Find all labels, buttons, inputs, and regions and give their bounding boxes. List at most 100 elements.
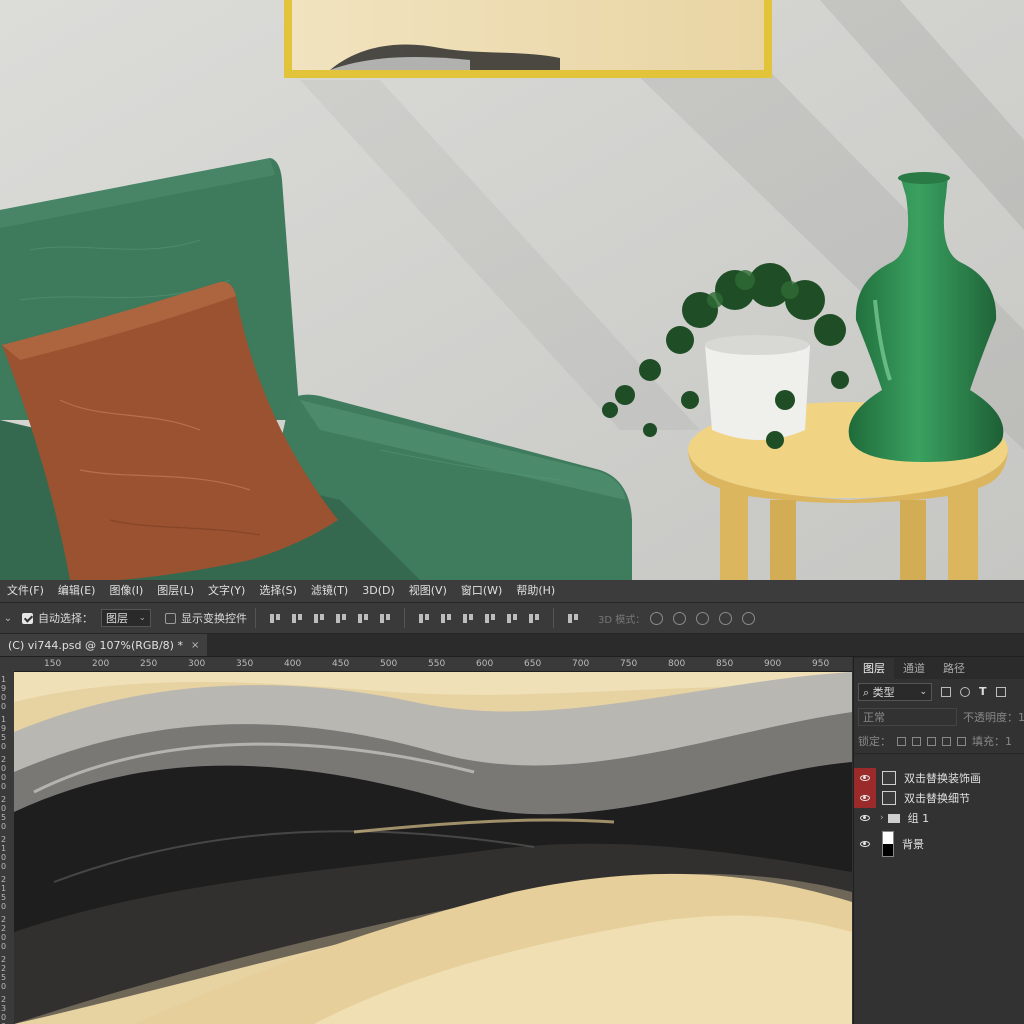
show-transform-checkbox[interactable] xyxy=(165,612,176,624)
align-hcenter-icon[interactable] xyxy=(357,612,369,624)
ruler-tick: 1950 xyxy=(1,715,7,751)
fill-label: 填充： xyxy=(972,735,1005,748)
chevron-down-icon: ⌄ xyxy=(138,613,146,623)
ruler-tick: 2100 xyxy=(1,835,7,871)
align-bottom-icon[interactable] xyxy=(313,612,325,624)
lock-all-icon[interactable] xyxy=(957,736,966,746)
tool-options-bar: ⌄ 自动选择： 图层 ⌄ 显示变换控件 3D 模式： xyxy=(0,603,1024,634)
filter-kind-value: ⌕ 类型 xyxy=(863,684,895,700)
eye-icon xyxy=(860,815,870,821)
auto-align-icon[interactable] xyxy=(567,612,579,624)
menu-file[interactable]: 文件(F) xyxy=(0,580,51,602)
divider xyxy=(553,608,554,628)
menu-3d[interactable]: 3D(D) xyxy=(355,580,402,602)
align-right-icon[interactable] xyxy=(379,612,391,624)
visibility-toggle[interactable] xyxy=(854,788,876,808)
menu-image[interactable]: 图像(I) xyxy=(102,580,150,602)
menu-filter[interactable]: 滤镜(T) xyxy=(304,580,355,602)
smart-object-thumbnail xyxy=(882,791,896,805)
chevron-right-icon[interactable]: › xyxy=(880,813,884,823)
lock-artboard-icon[interactable] xyxy=(942,736,951,746)
distribute-vcenter-icon[interactable] xyxy=(440,612,452,624)
filter-adjustment-icon[interactable] xyxy=(960,687,970,697)
menu-edit[interactable]: 编辑(E) xyxy=(51,580,103,602)
eye-icon xyxy=(860,841,870,847)
distribute-left-icon[interactable] xyxy=(484,612,496,624)
lock-image-icon[interactable] xyxy=(912,736,921,746)
ruler-tick: 250 xyxy=(140,659,158,669)
distribute-bottom-icon[interactable] xyxy=(462,612,474,624)
menu-select[interactable]: 选择(S) xyxy=(252,580,304,602)
layer-filter-dropdown[interactable]: ⌕ 类型 ⌄ xyxy=(858,683,932,701)
divider xyxy=(404,608,405,628)
visibility-toggle[interactable] xyxy=(854,834,876,854)
menu-help[interactable]: 帮助(H) xyxy=(509,580,562,602)
horizontal-ruler[interactable]: 150 200 250 300 350 400 450 500 550 600 … xyxy=(14,657,852,672)
photoshop-window: 文件(F) 编辑(E) 图像(I) 图层(L) 文字(Y) 选择(S) 滤镜(T… xyxy=(0,580,1024,1024)
vertical-ruler[interactable]: 1900 1950 2000 2050 2100 2150 2200 2250 … xyxy=(0,671,15,1024)
3d-scale-icon[interactable] xyxy=(742,611,756,625)
document-tab[interactable]: (C) vi744.psd @ 107%(RGB/8) * × xyxy=(0,634,208,656)
ruler-tick: 200 xyxy=(92,659,110,669)
align-left-icon[interactable] xyxy=(335,612,347,624)
auto-select-target-dropdown[interactable]: 图层 ⌄ xyxy=(101,609,151,627)
folder-icon xyxy=(887,813,900,823)
layer-row[interactable]: 双击替换装饰画 xyxy=(854,768,1024,788)
tab-layers[interactable]: 图层 xyxy=(854,658,894,679)
3d-roll-icon[interactable] xyxy=(673,611,687,625)
ruler-tick: 2300 xyxy=(1,995,7,1024)
ruler-tick: 900 xyxy=(764,659,782,669)
layer-name: 组 1 xyxy=(907,812,930,825)
menu-layer[interactable]: 图层(L) xyxy=(150,580,201,602)
align-top-icon[interactable] xyxy=(269,612,281,624)
abstract-brush-artwork xyxy=(14,672,852,1024)
visibility-toggle[interactable] xyxy=(854,808,876,828)
3d-orbit-icon[interactable] xyxy=(650,611,664,625)
layer-row[interactable]: 背景 xyxy=(854,828,1024,860)
filter-shape-icon[interactable] xyxy=(995,687,1006,697)
distribute-right-icon[interactable] xyxy=(528,612,540,624)
blend-mode-dropdown[interactable]: 正常 xyxy=(858,708,957,726)
ruler-tick: 850 xyxy=(716,659,734,669)
distribute-hcenter-icon[interactable] xyxy=(506,612,518,624)
smart-object-thumbnail xyxy=(882,771,896,785)
opacity-label: 不透明度： xyxy=(963,711,1018,724)
layer-row[interactable]: 双击替换细节 xyxy=(854,788,1024,808)
lock-transparent-icon[interactable] xyxy=(897,736,906,746)
3d-pan-icon[interactable] xyxy=(696,611,710,625)
visibility-toggle[interactable] xyxy=(854,768,876,788)
divider xyxy=(255,608,256,628)
layers-panel: 图层 通道 路径 ⌕ 类型 ⌄ T 正常 不透明度： 1 锁定： 填充： 1 双… xyxy=(853,657,1024,1024)
ruler-origin[interactable] xyxy=(0,657,14,671)
opacity-value[interactable]: 1 xyxy=(1018,711,1024,724)
blend-row: 正常 不透明度： 1 xyxy=(854,705,1024,729)
ruler-tick: 800 xyxy=(668,659,686,669)
document-canvas[interactable] xyxy=(14,672,852,1024)
layer-row[interactable]: › 组 1 xyxy=(854,808,1024,828)
menu-type[interactable]: 文字(Y) xyxy=(201,580,252,602)
menu-window[interactable]: 窗口(W) xyxy=(454,580,509,602)
menu-view[interactable]: 视图(V) xyxy=(402,580,454,602)
blend-mode-value: 正常 xyxy=(863,711,885,724)
fill-value[interactable]: 1 xyxy=(1005,735,1012,748)
align-vcenter-icon[interactable] xyxy=(291,612,303,624)
ruler-tick: 750 xyxy=(620,659,638,669)
tool-preset-chevron-icon[interactable]: ⌄ xyxy=(0,613,16,624)
ruler-tick: 950 xyxy=(812,659,830,669)
auto-select-checkbox[interactable] xyxy=(22,612,33,624)
3d-slide-icon[interactable] xyxy=(719,611,733,625)
auto-select-target-value: 图层 xyxy=(106,612,128,625)
background-thumbnail xyxy=(882,831,894,857)
distribute-top-icon[interactable] xyxy=(418,612,430,624)
ruler-tick: 2000 xyxy=(1,755,7,791)
layer-name: 双击替换细节 xyxy=(904,792,970,805)
chevron-down-icon: ⌄ xyxy=(919,687,927,697)
filter-type-icon[interactable]: T xyxy=(979,686,987,697)
tab-channels[interactable]: 通道 xyxy=(894,658,934,679)
ruler-tick: 700 xyxy=(572,659,590,669)
filter-pixel-icon[interactable] xyxy=(941,687,951,697)
auto-select-label: 自动选择： xyxy=(38,612,93,625)
close-icon[interactable]: × xyxy=(191,640,199,651)
tab-paths[interactable]: 路径 xyxy=(934,658,974,679)
lock-position-icon[interactable] xyxy=(927,736,936,746)
